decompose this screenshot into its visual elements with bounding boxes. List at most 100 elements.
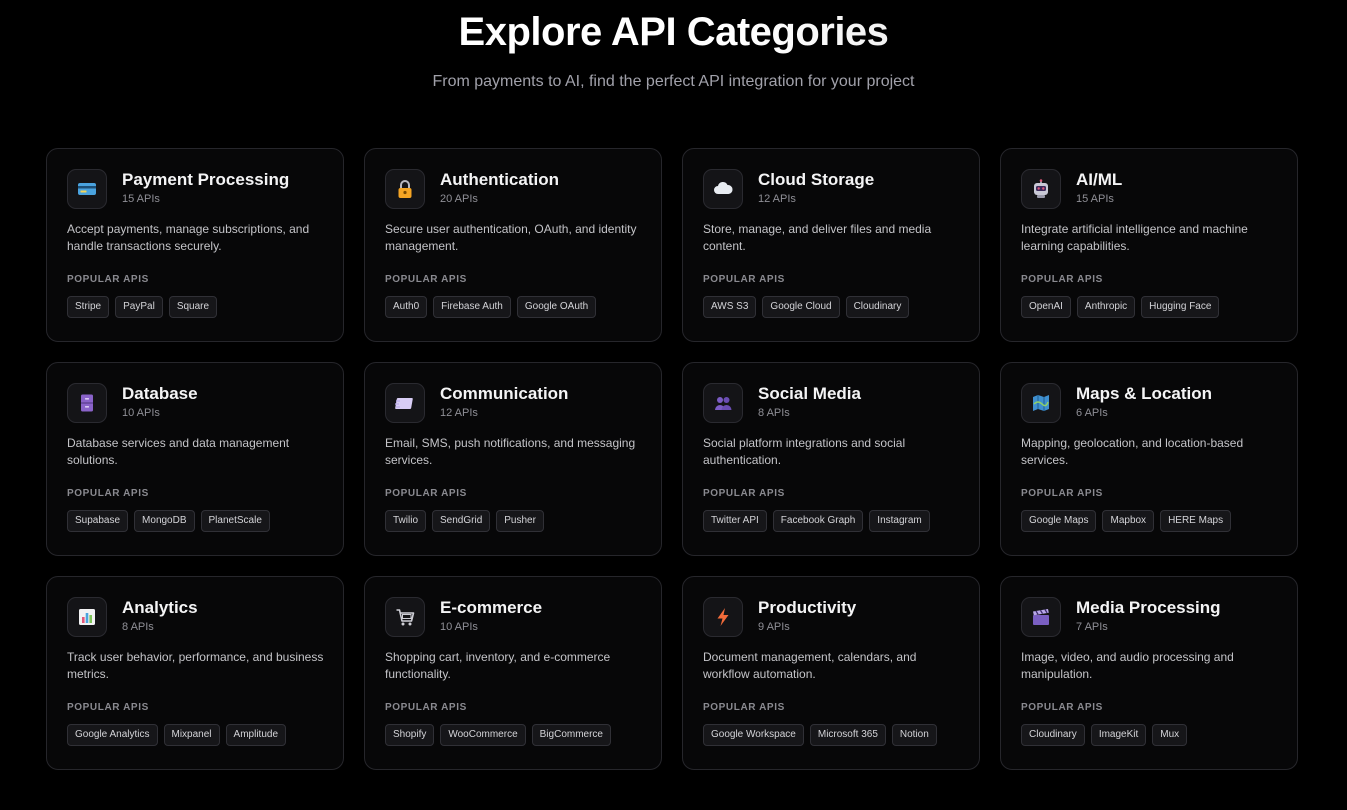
popular-apis-list: Auth0 Firebase Auth Google OAuth <box>385 296 641 318</box>
api-tag[interactable]: Facebook Graph <box>772 510 864 532</box>
popular-apis-label: POPULAR APIS <box>385 274 467 285</box>
robot-icon <box>1021 169 1061 209</box>
api-tag[interactable]: Notion <box>891 724 937 746</box>
api-tag[interactable]: AWS S3 <box>703 296 757 318</box>
category-card-communication[interactable]: Communication 12 APIs Email, SMS, push n… <box>364 362 662 556</box>
category-title: E-commerce <box>440 598 543 617</box>
api-tag[interactable]: Google Cloud <box>762 296 840 318</box>
category-card-analytics[interactable]: Analytics 8 APIs Track user behavior, pe… <box>46 576 344 770</box>
envelope-icon <box>385 383 425 423</box>
popular-apis-label: POPULAR APIS <box>703 488 785 499</box>
api-tag[interactable]: Google Analytics <box>67 724 158 746</box>
card-header: Database 10 APIs <box>67 383 323 423</box>
api-tag[interactable]: OpenAI <box>1021 296 1071 318</box>
api-tag[interactable]: MongoDB <box>134 510 195 532</box>
api-tag[interactable]: ImageKit <box>1090 724 1147 746</box>
api-tag[interactable]: Hugging Face <box>1141 296 1220 318</box>
category-card-payment-processing[interactable]: Payment Processing 15 APIs Accept paymen… <box>46 148 344 342</box>
category-title: Database <box>122 384 198 403</box>
lock-icon <box>385 169 425 209</box>
card-heading: Social Media 8 APIs <box>758 384 861 420</box>
card-header: Media Processing 7 APIs <box>1021 597 1277 637</box>
api-tag[interactable]: HERE Maps <box>1160 510 1232 532</box>
api-tag[interactable]: Instagram <box>869 510 930 532</box>
category-description: Social platform integrations and social … <box>703 436 906 467</box>
api-tag[interactable]: PayPal <box>115 296 163 318</box>
api-count: 6 APIs <box>1076 407 1108 419</box>
api-tag[interactable]: Google Workspace <box>703 724 804 746</box>
api-tag[interactable]: Twilio <box>385 510 427 532</box>
api-tag[interactable]: Mixpanel <box>163 724 220 746</box>
category-card-cloud-storage[interactable]: Cloud Storage 12 APIs Store, manage, and… <box>682 148 980 342</box>
api-tag[interactable]: Auth0 <box>385 296 428 318</box>
card-heading: Payment Processing 15 APIs <box>122 170 290 206</box>
category-card-database[interactable]: Database 10 APIs Database services and d… <box>46 362 344 556</box>
api-tag[interactable]: Cloudinary <box>1021 724 1085 746</box>
api-tag[interactable]: Mux <box>1152 724 1188 746</box>
api-tag[interactable]: Pusher <box>496 510 544 532</box>
card-header: Payment Processing 15 APIs <box>67 169 323 209</box>
category-description: Track user behavior, performance, and bu… <box>67 650 324 681</box>
category-grid: Payment Processing 15 APIs Accept paymen… <box>46 148 1298 770</box>
api-tag[interactable]: Mapbox <box>1102 510 1155 532</box>
category-title: Payment Processing <box>122 170 290 189</box>
api-tag[interactable]: Supabase <box>67 510 129 532</box>
popular-apis-list: OpenAI Anthropic Hugging Face <box>1021 296 1277 318</box>
api-count: 10 APIs <box>122 407 160 419</box>
category-description: Mapping, geolocation, and location-based… <box>1021 436 1244 467</box>
map-icon <box>1021 383 1061 423</box>
card-header: Social Media 8 APIs <box>703 383 959 423</box>
api-tag[interactable]: Google Maps <box>1021 510 1097 532</box>
popular-apis-list: Google Maps Mapbox HERE Maps <box>1021 510 1277 532</box>
api-tag[interactable]: WooCommerce <box>440 724 526 746</box>
category-title: Social Media <box>758 384 861 403</box>
api-tag[interactable]: SendGrid <box>432 510 491 532</box>
api-count: 8 APIs <box>758 407 790 419</box>
api-tag[interactable]: Google OAuth <box>516 296 597 318</box>
category-description: Database services and data management so… <box>67 436 290 467</box>
api-count: 12 APIs <box>440 407 478 419</box>
api-tag[interactable]: BigCommerce <box>531 724 611 746</box>
category-title: Analytics <box>122 598 198 617</box>
api-tag[interactable]: Shopify <box>385 724 435 746</box>
category-description: Shopping cart, inventory, and e-commerce… <box>385 650 611 681</box>
card-heading: Productivity 9 APIs <box>758 598 856 634</box>
card-heading: E-commerce 10 APIs <box>440 598 543 634</box>
api-tag[interactable]: Anthropic <box>1076 296 1136 318</box>
card-heading: Cloud Storage 12 APIs <box>758 170 874 206</box>
api-tag[interactable]: Square <box>168 296 218 318</box>
api-tag[interactable]: Cloudinary <box>845 296 910 318</box>
api-tag[interactable]: Stripe <box>67 296 110 318</box>
card-header: Cloud Storage 12 APIs <box>703 169 959 209</box>
api-tag[interactable]: Firebase Auth <box>433 296 511 318</box>
category-card-e-commerce[interactable]: E-commerce 10 APIs Shopping cart, invent… <box>364 576 662 770</box>
api-count: 12 APIs <box>758 193 796 205</box>
api-tag[interactable]: PlanetScale <box>200 510 270 532</box>
popular-apis-label: POPULAR APIS <box>703 274 785 285</box>
category-card-social-media[interactable]: Social Media 8 APIs Social platform inte… <box>682 362 980 556</box>
popular-apis-list: AWS S3 Google Cloud Cloudinary <box>703 296 959 318</box>
category-title: Maps & Location <box>1076 384 1213 403</box>
api-count: 8 APIs <box>122 621 154 633</box>
shopping-cart-icon <box>385 597 425 637</box>
category-description: Document management, calendars, and work… <box>703 650 917 681</box>
popular-apis-list: Cloudinary ImageKit Mux <box>1021 724 1277 746</box>
card-header: Maps & Location 6 APIs <box>1021 383 1277 423</box>
category-card-ai-ml[interactable]: AI/ML 15 APIs Integrate artificial intel… <box>1000 148 1298 342</box>
api-tag[interactable]: Twitter API <box>703 510 767 532</box>
card-heading: Media Processing 7 APIs <box>1076 598 1221 634</box>
bar-chart-icon <box>67 597 107 637</box>
category-card-media-processing[interactable]: Media Processing 7 APIs Image, video, an… <box>1000 576 1298 770</box>
category-card-productivity[interactable]: Productivity 9 APIs Document management,… <box>682 576 980 770</box>
api-tag[interactable]: Amplitude <box>225 724 286 746</box>
category-card-maps-location[interactable]: Maps & Location 6 APIs Mapping, geolocat… <box>1000 362 1298 556</box>
category-card-authentication[interactable]: Authentication 20 APIs Secure user authe… <box>364 148 662 342</box>
api-count: 20 APIs <box>440 193 478 205</box>
lightning-icon <box>703 597 743 637</box>
category-description: Image, video, and audio processing and m… <box>1021 650 1234 681</box>
api-tag[interactable]: Microsoft 365 <box>809 724 886 746</box>
category-description: Store, manage, and deliver files and med… <box>703 222 932 253</box>
category-description: Secure user authentication, OAuth, and i… <box>385 222 637 253</box>
api-count: 7 APIs <box>1076 621 1108 633</box>
card-heading: Database 10 APIs <box>122 384 198 420</box>
